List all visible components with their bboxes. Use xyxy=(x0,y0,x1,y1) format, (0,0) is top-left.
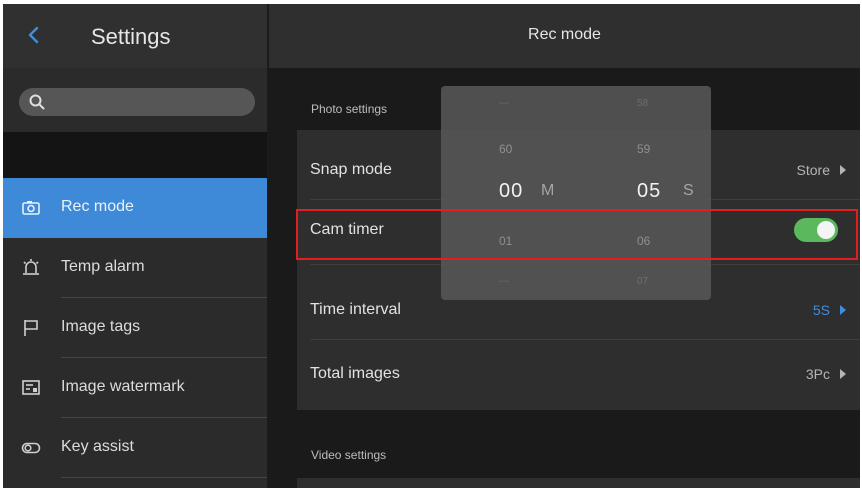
divider xyxy=(310,339,860,340)
sidebar-spacer xyxy=(3,132,267,178)
minutes-option[interactable]: 01 xyxy=(499,234,559,248)
total-images-label: Total images xyxy=(310,365,400,382)
sidebar-item-temp-alarm[interactable]: Temp alarm xyxy=(3,238,267,298)
chevron-right-icon xyxy=(840,369,846,379)
total-images-value: 3Pc xyxy=(805,366,830,382)
time-interval-value: 5S xyxy=(812,302,830,318)
divider xyxy=(61,477,267,478)
chevron-right-icon xyxy=(840,305,846,315)
video-settings-label: Video settings xyxy=(311,448,387,462)
cam-timer-label: Cam timer xyxy=(310,221,384,238)
watermark-icon xyxy=(22,380,40,395)
search-box[interactable] xyxy=(19,88,255,116)
flag-icon xyxy=(24,320,38,336)
video-settings-card xyxy=(297,478,860,488)
cam-timer-toggle[interactable] xyxy=(794,218,838,242)
minutes-unit: M xyxy=(541,182,555,199)
minutes-option[interactable]: --- xyxy=(499,98,559,109)
search-icon xyxy=(29,94,45,110)
chevron-right-icon xyxy=(840,165,846,175)
sidebar-item-label: Temp alarm xyxy=(61,258,145,275)
seconds-option[interactable]: 58 xyxy=(637,98,697,109)
seconds-unit: S xyxy=(683,182,694,199)
seconds-option[interactable]: 07 xyxy=(637,276,697,287)
seconds-option[interactable]: 06 xyxy=(637,234,697,248)
sidebar-menu: Rec mode Temp alarm Image tags Image wat… xyxy=(3,178,267,478)
sidebar-item-label: Image watermark xyxy=(61,378,185,395)
back-arrow-icon[interactable] xyxy=(25,22,43,48)
sidebar-item-label: Image tags xyxy=(61,318,141,335)
sidebar-item-rec-mode[interactable]: Rec mode xyxy=(3,178,267,238)
time-picker[interactable]: --- 60 00 M 01 --- 58 59 05 S 06 07 xyxy=(441,86,711,300)
snap-mode-label: Snap mode xyxy=(310,161,392,178)
total-images-row[interactable]: Total images 3Pc xyxy=(297,344,860,404)
snap-mode-value: Store xyxy=(796,162,830,178)
time-interval-label: Time interval xyxy=(310,301,401,318)
camera-icon xyxy=(22,201,40,215)
sidebar-item-key-assist[interactable]: Key assist xyxy=(3,418,267,478)
sidebar-item-image-watermark[interactable]: Image watermark xyxy=(3,358,267,418)
main-header: Rec mode xyxy=(269,4,860,68)
sidebar-item-label: Key assist xyxy=(61,438,134,455)
search-input[interactable] xyxy=(51,92,247,112)
minutes-option[interactable]: --- xyxy=(499,276,559,287)
photo-settings-label: Photo settings xyxy=(311,102,388,116)
sidebar-header: Settings xyxy=(3,4,267,68)
sidebar: Settings Rec mode Temp alarm Image tags … xyxy=(3,4,267,488)
sidebar-title: Settings xyxy=(91,24,171,49)
toggle-knob xyxy=(817,221,835,239)
toggle-link-icon xyxy=(21,442,41,454)
sidebar-item-label: Rec mode xyxy=(61,198,134,215)
sidebar-item-image-tags[interactable]: Image tags xyxy=(3,298,267,358)
minutes-option[interactable]: 60 xyxy=(499,142,559,156)
screen: Settings Rec mode Temp alarm Image tags … xyxy=(3,4,860,488)
seconds-option[interactable]: 59 xyxy=(637,142,697,156)
alarm-icon xyxy=(23,259,39,275)
page-title: Rec mode xyxy=(528,26,601,43)
